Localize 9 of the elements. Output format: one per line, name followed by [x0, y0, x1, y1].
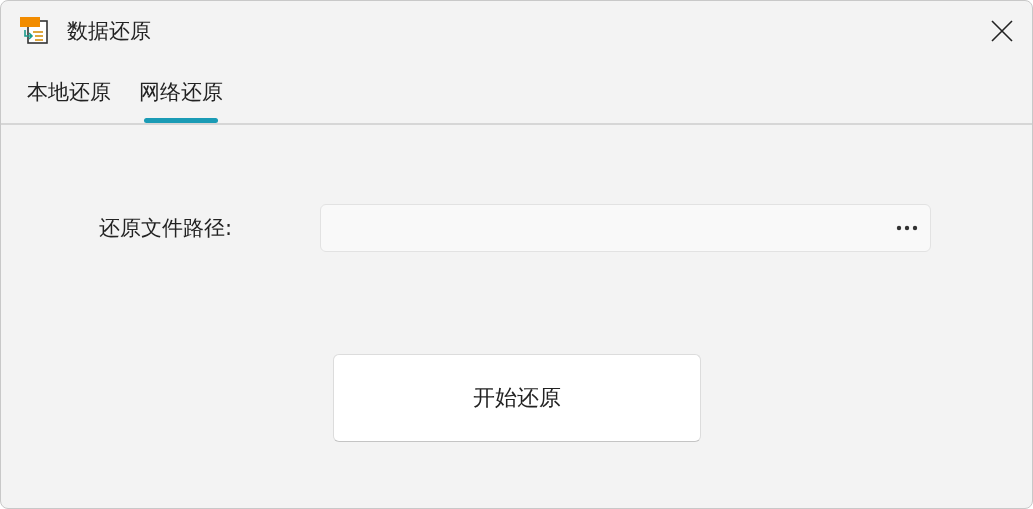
document-icon	[19, 16, 49, 46]
close-icon	[991, 20, 1013, 42]
tab[interactable]: 本地还原	[15, 61, 123, 123]
more-icon	[896, 225, 918, 231]
start-restore-button[interactable]: 开始还原	[332, 354, 701, 442]
window-title: 数据还原	[67, 18, 152, 45]
path-field[interactable]	[320, 204, 931, 252]
tab[interactable]: 网络还原	[127, 61, 235, 123]
field-label: 还原文件路径:	[99, 215, 234, 242]
